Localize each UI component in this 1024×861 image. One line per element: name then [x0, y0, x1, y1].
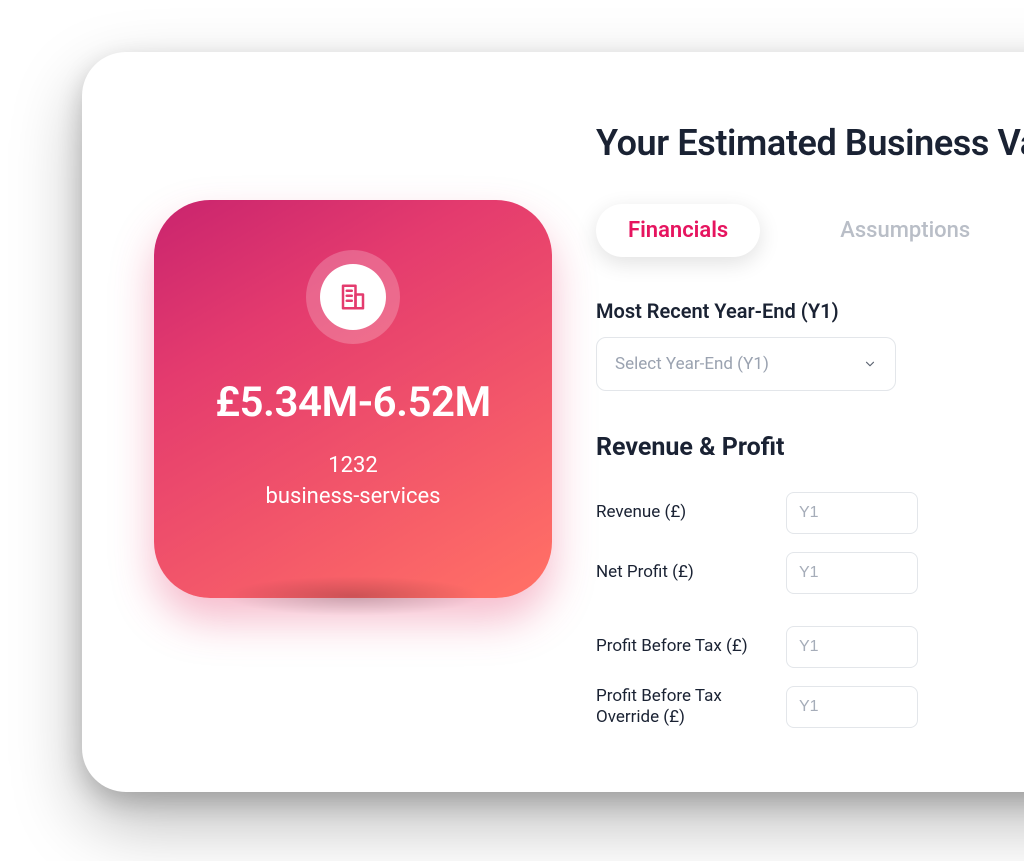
row-revenue: Revenue (£): [596, 492, 1024, 534]
valuation-card: £5.34M-6.52M 1232 business-services Your…: [82, 52, 1024, 792]
input-pbt-y1[interactable]: [786, 626, 918, 668]
year-end-placeholder: Select Year-End (Y1): [615, 354, 769, 374]
label-pbt-override: Profit Before Tax Override (£): [596, 686, 786, 729]
input-pbt-override-y1[interactable]: [786, 686, 918, 728]
row-net-profit: Net Profit (£): [596, 552, 1024, 594]
valuation-range: £5.34M-6.52M: [154, 378, 552, 427]
tab-assumptions[interactable]: Assumptions: [808, 204, 1002, 257]
input-net-profit-y1[interactable]: [786, 552, 918, 594]
chevron-down-icon: [863, 357, 877, 371]
icon-badge: [306, 250, 400, 344]
label-pbt: Profit Before Tax (£): [596, 636, 786, 657]
row-pbt: Profit Before Tax (£): [596, 626, 1024, 668]
row-pbt-override: Profit Before Tax Override (£): [596, 686, 1024, 729]
building-icon: [320, 264, 386, 330]
tabs: Financials Assumptions: [596, 204, 1024, 257]
tab-financials[interactable]: Financials: [596, 204, 760, 257]
section-revenue-profit: Revenue & Profit: [596, 433, 1024, 462]
label-net-profit: Net Profit (£): [596, 562, 786, 583]
input-revenue-y1[interactable]: [786, 492, 918, 534]
label-revenue: Revenue (£): [596, 502, 786, 523]
year-end-select[interactable]: Select Year-End (Y1): [596, 337, 896, 391]
year-end-label: Most Recent Year-End (Y1): [596, 299, 1024, 323]
valuation-count: 1232: [154, 453, 552, 478]
page-title: Your Estimated Business Valuation: [596, 122, 1024, 164]
valuation-tile: £5.34M-6.52M 1232 business-services: [154, 200, 552, 598]
valuation-category: business-services: [154, 484, 552, 509]
